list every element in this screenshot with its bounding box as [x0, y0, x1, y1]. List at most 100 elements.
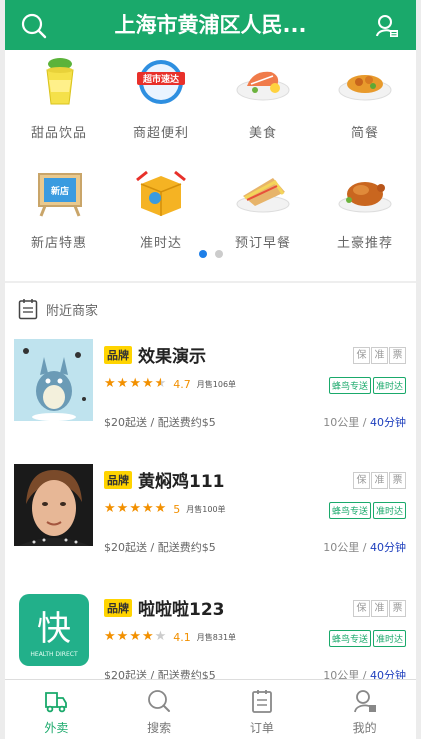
- order-list-icon: [251, 690, 272, 713]
- tag-guarantee: 保: [353, 600, 370, 617]
- badge-on-time: 准时达: [372, 630, 406, 647]
- rating-value: 4.7: [173, 377, 191, 391]
- rating-row: ★ ★ ★ ★ ★ 4.1 月售831单: [104, 630, 236, 644]
- star-icon: ★: [154, 501, 167, 516]
- distance-time: 10公里 / 40分钟: [323, 414, 406, 430]
- category-label: 美食: [248, 126, 277, 141]
- roast-chicken-icon: [338, 182, 392, 213]
- tab-label: 我的: [352, 721, 377, 735]
- sandwich-icon: [236, 178, 290, 213]
- shop-card[interactable]: 品牌 效果演示 保 准 票 ★ ★ ★ ★ ★ 4.7 月售106单 蜂鸟专送 准时达 …: [5, 339, 416, 459]
- new-store-icon: 新店: [38, 173, 82, 217]
- user-profile-icon[interactable]: [375, 14, 399, 38]
- star-half-icon: ★: [154, 376, 167, 391]
- distance-time: 10公里 / 40分钟: [323, 539, 406, 555]
- delivery-fee: $20起送 / 配送费约$5: [104, 416, 216, 429]
- brand-badge: 品牌: [104, 471, 132, 489]
- badge-fengniao: 蜂鸟专送: [328, 502, 371, 519]
- star-icon: ★: [141, 376, 154, 391]
- star-icon: ★: [116, 376, 129, 391]
- rating-value: 5: [173, 502, 181, 516]
- rating-row: ★ ★ ★ ★ ★ 4.7 月售106单: [104, 377, 236, 391]
- tab-search[interactable]: 搜索: [108, 680, 211, 739]
- monthly-sales: 月售831单: [196, 632, 237, 642]
- category-desserts-drinks[interactable]: 甜品饮品: [8, 56, 110, 141]
- delivery-badges: 蜂鸟专送 准时达: [327, 502, 406, 519]
- shop-name: 黄焖鸡111: [138, 472, 225, 492]
- logo-text: 快: [37, 609, 71, 649]
- supermarket-icon: 超市速达: [137, 60, 185, 104]
- food-plate-icon: [236, 71, 290, 101]
- category-label: 简餐: [350, 126, 379, 141]
- carousel-dot-active[interactable]: [198, 250, 207, 258]
- tag-on-time: 准: [371, 600, 388, 617]
- top-header: 上海市黄浦区人民...: [5, 0, 416, 50]
- tab-orders[interactable]: 订单: [211, 680, 314, 739]
- rating-row: ★ ★ ★ ★ ★ 5 月售100单: [104, 502, 226, 516]
- tag-guarantee: 保: [353, 472, 370, 489]
- search-icon: [148, 690, 171, 712]
- tab-profile[interactable]: 我的: [313, 680, 416, 739]
- tag-on-time: 准: [371, 472, 388, 489]
- search-icon[interactable]: [21, 13, 47, 39]
- star-icon: ★: [141, 629, 154, 644]
- tag-invoice: 票: [389, 600, 406, 617]
- star-icon: ★: [129, 376, 141, 391]
- brand-badge: 品牌: [104, 346, 132, 364]
- badge-fengniao: 蜂鸟专送: [328, 630, 371, 647]
- tag-on-time: 准: [371, 347, 388, 364]
- category-new-store[interactable]: 新店 新店特惠: [8, 166, 110, 251]
- monthly-sales: 月售106单: [196, 379, 237, 389]
- star-icon: ★: [141, 501, 154, 516]
- badge-on-time: 准时达: [372, 502, 406, 519]
- badge-on-time: 准时达: [372, 377, 406, 394]
- shop-logo: [14, 464, 93, 546]
- tab-takeout[interactable]: 外卖: [5, 680, 108, 739]
- tag-invoice: 票: [389, 472, 406, 489]
- category-label: 商超便利: [132, 126, 189, 141]
- location-title[interactable]: 上海市黄浦区人民...: [65, 0, 356, 50]
- delivery-badges: 蜂鸟专送 准时达: [327, 630, 406, 647]
- bottom-tab-bar: 外卖 搜索 订单 我的: [5, 679, 416, 739]
- delivery-time: 40分钟: [370, 541, 406, 554]
- category-food[interactable]: 美食: [212, 56, 314, 141]
- section-title: 附近商家: [46, 304, 99, 319]
- shop-logo: 快 HEALTH DIRECT: [19, 594, 89, 666]
- distance: 10公里 /: [323, 541, 370, 554]
- shop-tags: 保 准 票: [352, 600, 406, 617]
- logo-subtext: HEALTH DIRECT: [30, 651, 78, 658]
- category-supermarket[interactable]: 超市速达 商超便利: [110, 56, 212, 141]
- app-screen: 上海市黄浦区人民... 甜品饮品 超市速达 商超便利 美食 简餐 新店 新店特惠…: [5, 0, 416, 739]
- star-icon: ★: [116, 501, 129, 516]
- distance: 10公里 /: [323, 416, 370, 429]
- category-simple-meal[interactable]: 简餐: [314, 56, 416, 141]
- category-premium-picks[interactable]: 土豪推荐: [314, 166, 416, 251]
- category-label: 甜品饮品: [30, 126, 87, 141]
- shop-card[interactable]: 品牌 黄焖鸡111 保 准 票 ★ ★ ★ ★ ★ 5 月售100单 蜂鸟专送 准时达 …: [5, 464, 416, 584]
- tag-guarantee: 保: [353, 347, 370, 364]
- category-on-time[interactable]: 准时达: [110, 166, 212, 251]
- monthly-sales: 月售100单: [186, 504, 226, 514]
- category-grid: 甜品饮品 超市速达 商超便利 美食 简餐 新店 新店特惠 准时达 预订早餐 土豪…: [5, 50, 416, 280]
- shop-tags: 保 准 票: [352, 347, 406, 364]
- on-time-box-icon: [136, 170, 186, 216]
- badge-fengniao: 蜂鸟专送: [328, 377, 371, 394]
- svg-text:新店: 新店: [51, 185, 69, 197]
- section-divider: [5, 281, 416, 283]
- shop-tags: 保 准 票: [352, 472, 406, 489]
- category-breakfast[interactable]: 预订早餐: [212, 166, 314, 251]
- simple-meal-icon: [338, 75, 392, 101]
- star-empty-icon: ★: [154, 629, 167, 644]
- shop-list-icon: [18, 299, 38, 320]
- carousel-pagination: [5, 243, 416, 262]
- brand-badge: 品牌: [104, 599, 132, 617]
- rating-value: 4.1: [173, 630, 191, 644]
- delivery-fee: $20起送 / 配送费约$5: [104, 541, 216, 554]
- tab-label: 搜索: [147, 721, 172, 735]
- delivery-time: 40分钟: [370, 416, 406, 429]
- tag-invoice: 票: [389, 347, 406, 364]
- delivery-badges: 蜂鸟专送 准时达: [327, 377, 406, 394]
- carousel-dot[interactable]: [214, 250, 223, 258]
- star-icon: ★: [104, 501, 116, 516]
- tab-label: 订单: [249, 721, 274, 735]
